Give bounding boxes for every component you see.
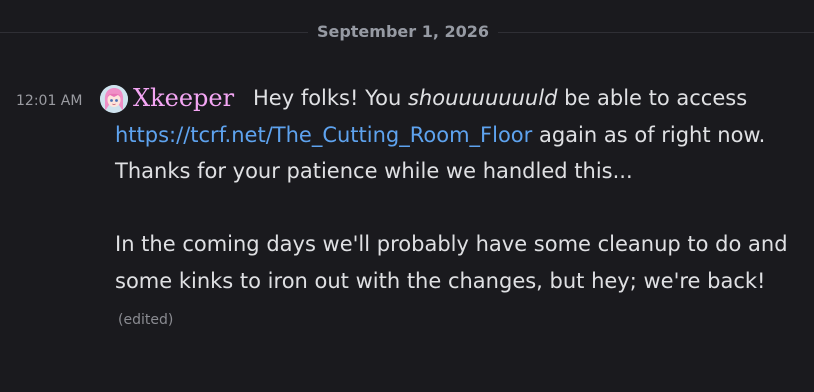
message-content: Hey folks! You shouuuuuuuld be able to a… — [115, 80, 795, 339]
message-text: be able to access — [557, 86, 748, 110]
message-emphasis: shouuuuuuuld — [407, 86, 558, 110]
message-paragraph-1: Hey folks! You shouuuuuuuld be able to a… — [115, 80, 795, 190]
divider-date: September 1, 2026 — [316, 22, 490, 41]
edited-label[interactable]: (edited) — [118, 312, 173, 328]
divider-line-left — [0, 32, 308, 33]
message-link[interactable]: https://tcrf.net/The_Cutting_Room_Floor — [115, 123, 532, 147]
chat-view: September 1, 2026 12:01 AM Xkeeper Hey f… — [0, 0, 814, 392]
message-text: Hey folks! You — [253, 86, 408, 110]
divider-line-right — [498, 32, 814, 33]
message-paragraph-2: In the coming days we'll probably have s… — [115, 226, 795, 339]
date-divider: September 1, 2026 — [0, 22, 814, 42]
message-timestamp[interactable]: 12:01 AM — [16, 92, 82, 110]
message-text: In the coming days we'll probably have s… — [115, 232, 788, 293]
